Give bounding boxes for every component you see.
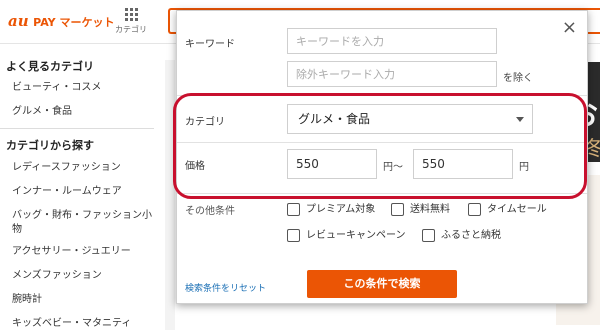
sidebar-item-ladies-fashion[interactable]: レディースファッション [0,161,160,175]
checkbox-premium[interactable]: プレミアム対象 [287,200,375,216]
checkbox-free-shipping-label: 送料無料 [410,204,450,215]
checkbox-box[interactable] [287,202,300,216]
sidebar-item-kids-baby[interactable]: キッズベビー・マタニティ [0,317,160,330]
search-with-conditions-button[interactable]: この条件で検索 [307,270,457,298]
checkbox-free-shipping[interactable]: 送料無料 [391,200,450,216]
checkbox-time-sale-label: タイムセール [487,204,547,215]
sidebar-item-mens-fashion[interactable]: メンズファッション [0,269,160,283]
divider-3 [177,193,587,194]
checkbox-box[interactable] [391,202,404,216]
checkbox-furusato[interactable]: ふるさと納税 [422,226,501,242]
au-pay-market-logo[interactable]: au PAY マーケット [8,12,114,30]
divider-1 [177,95,587,96]
sidebar-item-gourmet[interactable]: グルメ・食品 [0,104,160,120]
checkbox-box[interactable] [468,202,481,216]
price-max-suffix: 円 [519,162,529,173]
category-menu-button[interactable]: カテゴリ [114,6,148,38]
sidebar-item-accessories[interactable]: アクセサリー・ジュエリー [0,245,160,259]
keyword-label: キーワード [185,39,235,50]
checkbox-box[interactable] [287,228,300,242]
grid-menu-icon [124,8,138,21]
sidebar-item-bags[interactable]: バッグ・財布・ファッション小 [0,209,160,223]
category-sidebar: よく見るカテゴリ ビューティ・コスメ グルメ・食品 カテゴリから探す レディース… [0,58,160,330]
keyword-input[interactable] [287,28,497,54]
close-icon[interactable]: × [562,17,577,39]
reset-conditions-link[interactable]: 検索条件をリセット [185,281,266,294]
checkbox-premium-label: プレミアム対象 [306,204,376,215]
price-min-input[interactable] [287,149,377,179]
checkbox-furusato-label: ふるさと納税 [441,230,501,241]
checkbox-time-sale[interactable]: タイムセール [468,200,547,216]
logo-brand: au [8,12,29,30]
chevron-down-icon [516,117,524,122]
exclude-keyword-input[interactable] [287,61,497,87]
content-gutter [165,60,175,330]
search-conditions-modal: × キーワード を除く カテゴリ グルメ・食品 価格 円～ 円 その他条件 プレ… [176,10,588,304]
sidebar-item-inner-roomwear[interactable]: インナー・ルームウェア [0,185,160,199]
logo-text: PAY マーケット [33,16,115,29]
checkbox-review-campaign-label: レビューキャンペーン [306,230,406,241]
category-label: カテゴリ [185,117,225,128]
sidebar-item-bags-cont[interactable]: 物 [0,223,160,237]
checkbox-review-campaign[interactable]: レビューキャンペーン [287,226,406,242]
sidebar-divider [0,128,154,129]
other-conditions-label: その他条件 [185,206,235,217]
price-max-input[interactable] [413,149,513,179]
sidebar-item-beauty[interactable]: ビューティ・コスメ [0,80,160,96]
popular-categories-heading: よく見るカテゴリ [6,60,94,73]
exclude-suffix-label: を除く [503,73,533,84]
category-select[interactable]: グルメ・食品 [287,104,533,134]
category-selected-value: グルメ・食品 [298,112,371,126]
price-min-suffix: 円～ [383,162,403,173]
browse-categories-heading: カテゴリから探す [6,139,94,152]
sidebar-item-watches[interactable]: 腕時計 [0,293,160,307]
category-button-label: カテゴリ [115,25,147,34]
price-label: 価格 [185,161,205,172]
checkbox-box[interactable] [422,228,435,242]
divider-2 [177,142,587,143]
